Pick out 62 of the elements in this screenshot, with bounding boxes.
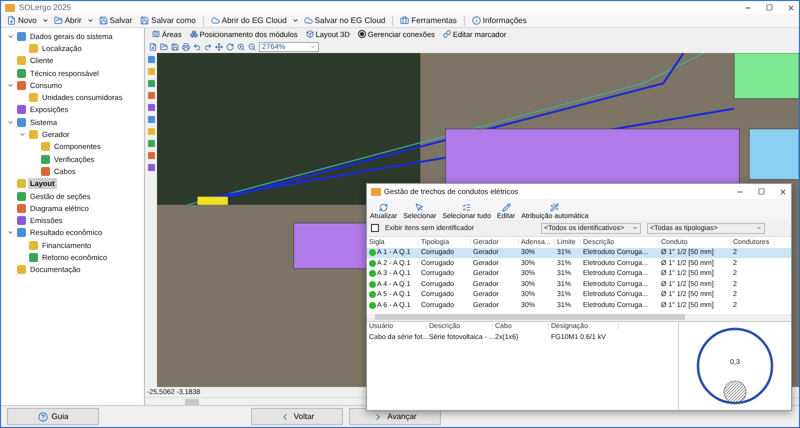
zoom-in-icon[interactable] bbox=[237, 42, 245, 50]
action-icon bbox=[415, 203, 424, 212]
tab-item-icon bbox=[442, 30, 451, 38]
action-icon bbox=[462, 203, 472, 212]
toolbar-button[interactable]: Ferramentas bbox=[397, 14, 460, 27]
new-icon[interactable] bbox=[149, 42, 157, 50]
redo-icon[interactable] bbox=[204, 42, 212, 50]
toolbar-item-icon bbox=[54, 16, 63, 25]
close-icon[interactable] bbox=[779, 188, 787, 196]
tab-item-icon bbox=[190, 30, 198, 38]
toolbar-button[interactable]: Abrir bbox=[50, 14, 85, 27]
string-box-marker[interactable] bbox=[198, 196, 228, 205]
toolbar-item-icon bbox=[400, 16, 410, 25]
caret-icon bbox=[756, 225, 762, 231]
toolbar-item-icon bbox=[98, 16, 108, 25]
toolbar-button[interactable]: Informações bbox=[468, 14, 530, 27]
app-logo-icon bbox=[5, 4, 15, 12]
maximize-icon[interactable] bbox=[766, 4, 773, 10]
dropdown-caret-icon[interactable] bbox=[42, 17, 49, 24]
caret-icon bbox=[632, 225, 638, 231]
help-icon bbox=[38, 412, 48, 422]
expand-caret-icon[interactable] bbox=[19, 131, 26, 138]
scrollbar-thumb[interactable] bbox=[185, 398, 199, 404]
toolbar-item-icon bbox=[7, 16, 16, 25]
dropdown-caret-icon[interactable] bbox=[292, 17, 299, 24]
toolbar-button[interactable]: Salvar bbox=[96, 14, 136, 27]
dialog-logo-icon bbox=[371, 188, 381, 196]
maximize-icon[interactable] bbox=[758, 188, 765, 194]
checkbox[interactable] bbox=[371, 224, 379, 232]
action-icon bbox=[379, 203, 388, 212]
expand-caret-icon[interactable] bbox=[7, 118, 14, 126]
toolbar-item-icon bbox=[472, 16, 481, 25]
tab-item-icon bbox=[306, 30, 314, 38]
caret-icon bbox=[310, 44, 316, 50]
action-icon bbox=[550, 203, 560, 212]
tab-item-icon bbox=[152, 30, 160, 38]
toolbar-item-icon bbox=[304, 16, 313, 25]
save-icon[interactable] bbox=[171, 42, 179, 50]
toolbar-item-icon bbox=[140, 16, 150, 25]
toolbar-item-icon bbox=[210, 16, 220, 25]
action-icon bbox=[502, 203, 511, 212]
toolbar-button[interactable]: Novo bbox=[4, 14, 40, 27]
move-icon[interactable] bbox=[215, 42, 223, 50]
radio-icon bbox=[358, 30, 366, 38]
solar-panel-array[interactable] bbox=[749, 128, 799, 180]
close-icon[interactable] bbox=[787, 4, 795, 12]
help-button[interactable]: Guia bbox=[7, 408, 99, 425]
print-icon[interactable] bbox=[182, 42, 190, 50]
dropdown-caret-icon[interactable] bbox=[86, 17, 94, 24]
window-title: SOLergo 2025 bbox=[19, 3, 72, 12]
rotate-icon[interactable] bbox=[226, 42, 234, 50]
toolbar-button[interactable]: Abrir do EG Cloud bbox=[208, 14, 290, 27]
scrollbar-thumb[interactable] bbox=[375, 314, 685, 320]
expand-caret-icon[interactable] bbox=[7, 229, 14, 236]
folder-icon[interactable] bbox=[160, 42, 168, 50]
zoom-out-icon[interactable] bbox=[248, 42, 256, 50]
back-button[interactable]: Voltar bbox=[251, 408, 343, 425]
undo-icon[interactable] bbox=[193, 42, 201, 50]
toolbar-button[interactable]: Salvar como bbox=[137, 14, 199, 27]
toolbar-button[interactable]: Salvar no EG Cloud bbox=[300, 14, 388, 27]
expand-caret-icon[interactable] bbox=[7, 82, 14, 89]
expand-caret-icon[interactable] bbox=[7, 32, 14, 40]
